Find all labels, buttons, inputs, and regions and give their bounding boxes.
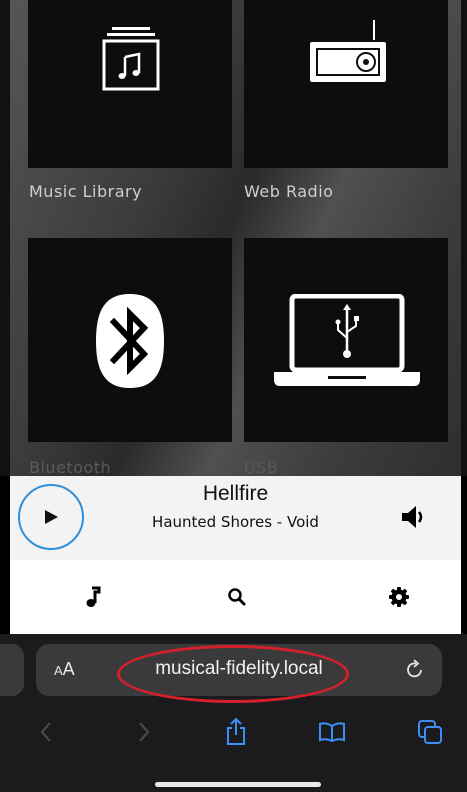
screen-edge-left <box>0 0 10 476</box>
tile-music-library[interactable] <box>28 0 232 168</box>
share-icon <box>227 717 245 745</box>
track-title: Hellfire <box>202 482 269 505</box>
home-indicator[interactable] <box>155 782 321 787</box>
settings-button[interactable] <box>386 584 412 610</box>
screen-edge-right <box>461 0 467 476</box>
speaker-icon[interactable] <box>398 502 428 532</box>
tile-label-usb: USB <box>244 458 279 476</box>
tile-usb[interactable] <box>244 238 448 442</box>
track-artist-album: Haunted Shores - Void <box>152 513 319 531</box>
search-icon <box>228 588 246 606</box>
radio-icon <box>310 20 386 82</box>
bookmarks-icon <box>319 722 345 743</box>
bluetooth-icon <box>96 294 164 388</box>
now-playing-bar: Hellfire Haunted Shores - Void <box>10 476 461 560</box>
reload-icon[interactable] <box>404 658 426 682</box>
url-highlight-annotation <box>117 645 349 703</box>
tile-bluetooth[interactable] <box>28 238 232 442</box>
browser-nav-row <box>0 710 467 754</box>
bookmarks-button[interactable] <box>316 716 348 748</box>
music-library-icon <box>102 27 160 91</box>
tabs-icon <box>418 720 442 744</box>
gear-icon <box>389 587 409 607</box>
music-note-icon <box>86 586 101 607</box>
back-icon <box>40 722 51 742</box>
tile-label-bluetooth: Bluetooth <box>29 458 112 476</box>
laptop-usb-icon <box>274 294 420 386</box>
music-note-button[interactable] <box>80 584 106 610</box>
tile-label-web-radio: Web Radio <box>244 182 334 201</box>
tabs-button[interactable] <box>414 716 446 748</box>
tile-label-music-library: Music Library <box>29 182 143 201</box>
back-button[interactable] <box>30 716 62 748</box>
app-toolbar <box>10 560 461 634</box>
previous-tab-peek[interactable] <box>0 644 24 696</box>
search-button[interactable] <box>224 584 250 610</box>
tile-web-radio[interactable] <box>244 0 448 168</box>
forward-icon <box>139 722 150 742</box>
share-button[interactable] <box>220 716 252 748</box>
source-grid: Music Library Web Radio Bluetooth USB <box>10 0 461 476</box>
forward-button[interactable] <box>128 716 160 748</box>
